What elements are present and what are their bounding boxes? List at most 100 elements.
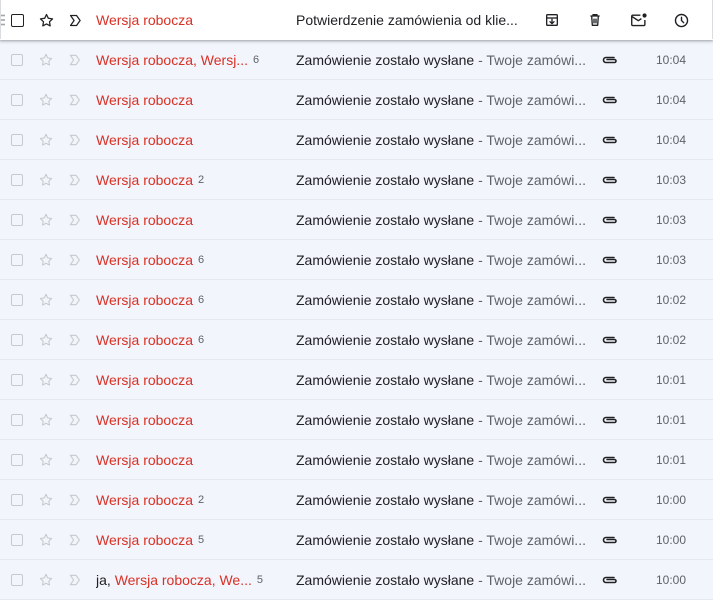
star-icon[interactable]: [36, 240, 56, 280]
email-row[interactable]: Wersja robocza Zamówienie zostało wysłane…: [0, 400, 713, 440]
email-row[interactable]: Wersja robocza, Wersj... 6 Zamówienie zost…: [0, 40, 713, 80]
row-checkbox[interactable]: [8, 200, 26, 240]
email-row[interactable]: Wersja robocza 2 Zamówienie zostało wysłan…: [0, 480, 713, 520]
checkbox-box[interactable]: [11, 374, 23, 386]
attachment-icon[interactable]: [600, 40, 620, 80]
checkbox-box[interactable]: [11, 214, 23, 226]
important-marker-icon[interactable]: [65, 440, 85, 480]
mark-unread-icon[interactable]: [629, 10, 649, 30]
email-row[interactable]: Wersja robocza Potwierdzenie zamówienia o…: [0, 0, 713, 40]
important-marker-icon[interactable]: [65, 120, 85, 160]
star-icon[interactable]: [36, 0, 56, 40]
sender-text: Wersja robocza: [96, 292, 193, 308]
attachment-icon[interactable]: [600, 480, 620, 520]
checkbox-box[interactable]: [11, 254, 23, 266]
attachment-icon[interactable]: [600, 360, 620, 400]
email-time: 10:00: [655, 573, 686, 587]
attachment-icon[interactable]: [600, 160, 620, 200]
star-icon[interactable]: [36, 440, 56, 480]
checkbox-box[interactable]: [11, 174, 23, 186]
checkbox-box[interactable]: [11, 414, 23, 426]
important-marker-icon[interactable]: [65, 200, 85, 240]
attachment-icon[interactable]: [600, 320, 620, 360]
row-checkbox[interactable]: [8, 520, 26, 560]
important-marker-icon[interactable]: [65, 160, 85, 200]
email-row[interactable]: Wersja robocza 6 Zamówienie zostało wysłan…: [0, 280, 713, 320]
checkbox-box[interactable]: [11, 294, 23, 306]
row-checkbox[interactable]: [8, 360, 26, 400]
important-marker-icon[interactable]: [65, 40, 85, 80]
row-checkbox[interactable]: [8, 560, 26, 600]
star-icon[interactable]: [36, 200, 56, 240]
important-marker-icon[interactable]: [65, 320, 85, 360]
checkbox-box[interactable]: [11, 134, 23, 146]
star-icon[interactable]: [36, 320, 56, 360]
checkbox-box[interactable]: [11, 334, 23, 346]
row-checkbox[interactable]: [8, 0, 26, 40]
important-marker-icon[interactable]: [65, 560, 85, 600]
attachment-icon[interactable]: [600, 520, 620, 560]
star-icon[interactable]: [36, 160, 56, 200]
star-icon[interactable]: [36, 280, 56, 320]
archive-icon[interactable]: [542, 10, 562, 30]
email-row[interactable]: Wersja robocza 2 Zamówienie zostało wysłan…: [0, 160, 713, 200]
checkbox-box[interactable]: [11, 574, 23, 586]
important-marker-icon[interactable]: [65, 480, 85, 520]
important-marker-icon[interactable]: [65, 240, 85, 280]
checkbox-box[interactable]: [11, 494, 23, 506]
trash-icon[interactable]: [585, 10, 605, 30]
subject-snippet: Zamówienie zostało wysłane - Twoje zamów…: [296, 440, 588, 480]
checkbox-box[interactable]: [10, 13, 24, 27]
checkbox-box[interactable]: [11, 534, 23, 546]
checkbox-box[interactable]: [11, 454, 23, 466]
row-checkbox[interactable]: [8, 440, 26, 480]
attachment-icon[interactable]: [600, 560, 620, 600]
email-row[interactable]: ja, Wersja robocza, We... 5 Zamówienie zos…: [0, 560, 713, 600]
attachment-icon[interactable]: [600, 80, 620, 120]
snooze-icon[interactable]: [672, 10, 692, 30]
important-marker-icon[interactable]: [65, 400, 85, 440]
star-icon[interactable]: [36, 480, 56, 520]
row-checkbox[interactable]: [8, 40, 26, 80]
important-marker-icon[interactable]: [65, 280, 85, 320]
attachment-icon[interactable]: [600, 200, 620, 240]
attachment-icon[interactable]: [600, 440, 620, 480]
row-checkbox[interactable]: [8, 480, 26, 520]
email-row[interactable]: Wersja robocza 6 Zamówienie zostało wysłan…: [0, 320, 713, 360]
email-row[interactable]: Wersja robocza Zamówienie zostało wysłane…: [0, 120, 713, 160]
subject-line: Zamówienie zostało wysłane - Twoje zamów…: [296, 372, 588, 388]
email-row[interactable]: Wersja robocza 6 Zamówienie zostało wysłan…: [0, 240, 713, 280]
attachment-icon[interactable]: [600, 280, 620, 320]
star-icon[interactable]: [36, 560, 56, 600]
attachment-icon[interactable]: [600, 120, 620, 160]
row-checkbox[interactable]: [8, 80, 26, 120]
email-row[interactable]: Wersja robocza Zamówienie zostało wysłane…: [0, 80, 713, 120]
row-checkbox[interactable]: [8, 160, 26, 200]
star-icon[interactable]: [36, 80, 56, 120]
attachment-icon[interactable]: [600, 240, 620, 280]
row-checkbox[interactable]: [8, 240, 26, 280]
important-marker-icon[interactable]: [65, 360, 85, 400]
drag-handle-icon[interactable]: [1, 0, 5, 40]
star-icon[interactable]: [36, 520, 56, 560]
important-marker-icon[interactable]: [65, 520, 85, 560]
attachment-icon[interactable]: [600, 400, 620, 440]
email-row[interactable]: Wersja robocza Zamówienie zostało wysłane…: [0, 200, 713, 240]
row-checkbox[interactable]: [8, 280, 26, 320]
email-row[interactable]: Wersja robocza Zamówienie zostało wysłane…: [0, 440, 713, 480]
row-checkbox[interactable]: [8, 120, 26, 160]
email-subject: Zamówienie zostało wysłane: [296, 132, 475, 148]
star-icon[interactable]: [36, 400, 56, 440]
row-checkbox[interactable]: [8, 320, 26, 360]
star-icon[interactable]: [36, 120, 56, 160]
checkbox-box[interactable]: [11, 54, 23, 66]
star-icon[interactable]: [36, 360, 56, 400]
email-row[interactable]: Wersja robocza 5 Zamówienie zostało wysłan…: [0, 520, 713, 560]
important-marker-icon[interactable]: [65, 0, 85, 40]
star-icon[interactable]: [36, 40, 56, 80]
checkbox-box[interactable]: [11, 94, 23, 106]
subject-snippet: Zamówienie zostało wysłane - Twoje zamów…: [296, 80, 588, 120]
email-row[interactable]: Wersja robocza Zamówienie zostało wysłane…: [0, 360, 713, 400]
row-checkbox[interactable]: [8, 400, 26, 440]
important-marker-icon[interactable]: [65, 80, 85, 120]
